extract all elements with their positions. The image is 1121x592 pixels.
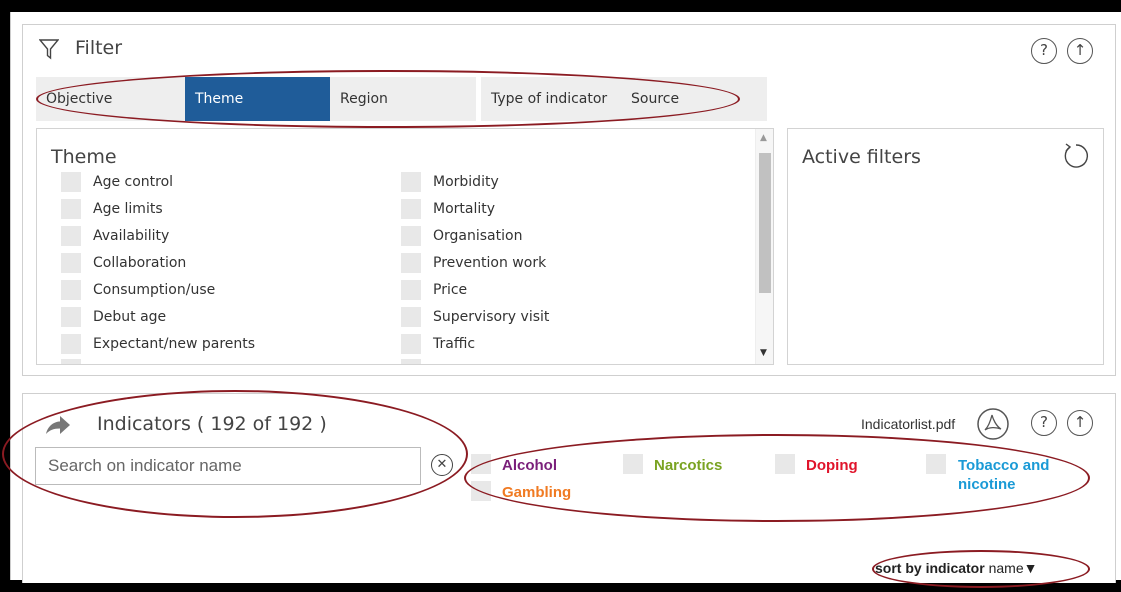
theme-option-label: Availability [93, 228, 170, 244]
theme-scrollbar[interactable]: ▲ ▼ [755, 129, 773, 364]
checkbox-supervisory-visit[interactable] [401, 307, 421, 327]
indicators-collapse-icon[interactable]: ↑ [1067, 410, 1093, 436]
checkbox-price[interactable] [401, 280, 421, 300]
theme-option-label: Supervisory visit [433, 309, 550, 325]
share-arrow-icon [46, 416, 70, 434]
checkbox-consumption-use[interactable] [61, 280, 81, 300]
category-alcohol[interactable]: Alcohol [502, 456, 557, 475]
indicators-help-icon[interactable]: ? [1031, 410, 1057, 436]
checkbox-narcotics[interactable] [623, 454, 643, 474]
checkbox-tobacco-and-nicotine[interactable] [926, 454, 946, 474]
search-input[interactable] [35, 447, 421, 485]
theme-option-label: Morbidity [433, 174, 499, 190]
category-narcotics[interactable]: Narcotics [654, 456, 722, 475]
filter-title: Filter [75, 37, 123, 59]
scroll-down-icon[interactable]: ▼ [760, 348, 767, 358]
checkbox-partial[interactable] [401, 359, 421, 364]
checkbox-prevention-work[interactable] [401, 253, 421, 273]
theme-option-label: Expectant/new parents [93, 336, 256, 352]
checkbox-age-control[interactable] [61, 172, 81, 192]
theme-option-label: Traffic [433, 336, 476, 352]
checkbox-alcohol[interactable] [471, 454, 491, 474]
theme-option-label: Age control [93, 174, 174, 190]
theme-option-label: Debut age [93, 309, 167, 325]
indicators-panel: Indicators ( 192 of 192 ) Indicatorlist.… [22, 393, 1116, 583]
theme-option-label: Mortality [433, 201, 496, 217]
theme-option-label: Organisation [433, 228, 523, 244]
filter-panel: Filter ? ↑ Objective Theme Region Type o… [22, 24, 1116, 376]
checkbox-mortality[interactable] [401, 199, 421, 219]
indicators-title: Indicators ( 192 of 192 ) [97, 413, 327, 435]
theme-list-box: Theme Age control Age limits Availabilit… [36, 128, 774, 365]
checkbox-debut-age[interactable] [61, 307, 81, 327]
scroll-thumb[interactable] [759, 153, 771, 293]
theme-option-label: Consumption/use [93, 282, 216, 298]
category-gambling[interactable]: Gambling [502, 483, 571, 502]
filter-collapse-icon[interactable]: ↑ [1067, 38, 1093, 64]
theme-option-label: Collaboration [93, 255, 187, 271]
category-doping[interactable]: Doping [806, 456, 858, 475]
reset-icon[interactable] [1061, 141, 1091, 171]
theme-option-label: Age limits [93, 201, 163, 217]
tab-source[interactable]: Source [621, 77, 767, 121]
tab-region[interactable]: Region [330, 77, 476, 121]
funnel-icon [39, 39, 59, 60]
theme-option-label: Price [433, 282, 468, 298]
clear-search-icon[interactable]: ✕ [431, 454, 453, 476]
scroll-up-icon[interactable]: ▲ [760, 133, 767, 143]
tab-objective[interactable]: Objective [36, 77, 185, 121]
checkbox-collaboration[interactable] [61, 253, 81, 273]
active-filters-box: Active filters [787, 128, 1104, 365]
checkbox-traffic[interactable] [401, 334, 421, 354]
pdf-link[interactable]: Indicatorlist.pdf [861, 416, 955, 432]
tab-theme[interactable]: Theme [185, 77, 330, 121]
category-tobacco-and-nicotine[interactable]: Tobacco and nicotine [958, 456, 1049, 494]
checkbox-organisation[interactable] [401, 226, 421, 246]
checkbox-doping[interactable] [775, 454, 795, 474]
tab-type-of-indicator[interactable]: Type of indicator [481, 77, 621, 121]
active-filters-title: Active filters [802, 146, 921, 168]
pdf-icon[interactable] [976, 407, 1010, 441]
sort-label-bold: sort by indicator [875, 560, 985, 576]
checkbox-gambling[interactable] [471, 481, 491, 501]
checkbox-availability[interactable] [61, 226, 81, 246]
theme-heading: Theme [51, 146, 117, 168]
checkbox-age-limits[interactable] [61, 199, 81, 219]
sort-control[interactable]: sort by indicator name▼ [875, 560, 1037, 576]
checkbox-partial[interactable] [61, 359, 81, 364]
checkbox-morbidity[interactable] [401, 172, 421, 192]
sort-label-field: name▼ [988, 560, 1038, 576]
checkbox-expectant-new-parents[interactable] [61, 334, 81, 354]
filter-help-icon[interactable]: ? [1031, 38, 1057, 64]
theme-option-label: Prevention work [433, 255, 547, 271]
